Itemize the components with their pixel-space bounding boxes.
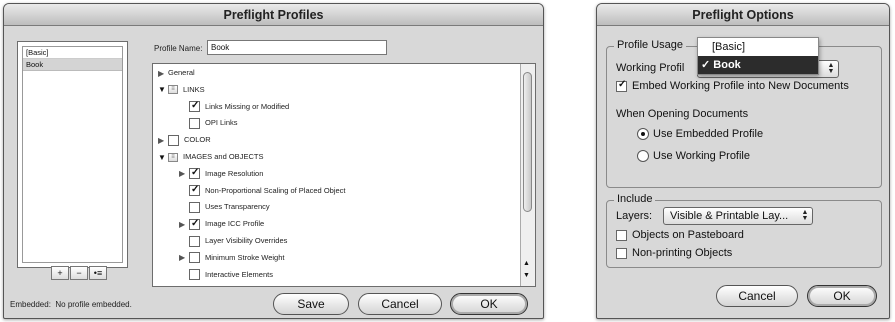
tree-scrollbar[interactable]: ▲ ▼ (520, 64, 535, 286)
tree-row-label: Non-Proportional Scaling of Placed Objec… (205, 185, 346, 195)
working-profile-label: Working Profil (616, 62, 685, 74)
include-title: Include (614, 193, 656, 205)
nonprinting-checkbox-box[interactable] (616, 247, 627, 259)
embedded-status-text: Embedded: No profile embedded. (10, 300, 132, 309)
profile-usage-title: Profile Usage (614, 39, 687, 51)
profile-name-label: Profile Name: (154, 44, 203, 53)
expand-right-icon[interactable]: ▶ (158, 134, 168, 147)
tree-row-label: OPI Links (205, 118, 238, 128)
scroll-down-arrow[interactable]: ▼ (523, 272, 530, 279)
category-icon[interactable]: ≡ (168, 152, 178, 162)
profile-name-field[interactable]: Book (207, 40, 387, 55)
tree-row-label: IMAGES and OBJECTS (183, 152, 264, 161)
save-button[interactable]: Save (273, 293, 349, 315)
rule-checkbox[interactable] (189, 252, 200, 264)
tree-row-label: Uses Transparency (205, 202, 270, 212)
radio-embedded-button[interactable] (637, 128, 649, 141)
radio-working-button[interactable] (637, 150, 649, 163)
tree-rows: ▶General▼≡LINKSLinks Missing or Modified… (153, 64, 519, 286)
rule-checkbox[interactable] (189, 183, 200, 197)
dialog-title: Preflight Profiles (4, 4, 543, 26)
menu-item-basic[interactable]: [Basic] (698, 38, 818, 56)
tree-row[interactable]: ▼ ≡ IMAGES and OBJECTS (158, 150, 263, 163)
tree-row-label: Image ICC Profile (205, 219, 265, 229)
tree-row-label: Links Missing or Modified (205, 101, 290, 111)
layers-popup[interactable]: Visible & Printable Lay... ▲ ▼ (663, 207, 813, 225)
preflight-rules-tree[interactable]: ▶General▼≡LINKSLinks Missing or Modified… (152, 63, 536, 287)
embed-checkbox-label: Embed Working Profile into New Documents (632, 80, 849, 92)
rule-checkbox[interactable] (189, 217, 200, 230)
popup-stepper-icon: ▲ ▼ (801, 209, 809, 222)
profile-menu-button[interactable]: •≡ (89, 266, 107, 280)
tree-row[interactable]: Non-Proportional Scaling of Placed Objec… (179, 183, 346, 197)
expand-down-icon[interactable]: ▼ (158, 83, 168, 96)
category-icon[interactable]: ≡ (168, 85, 178, 95)
checkmark-icon: ✓ (701, 59, 711, 71)
rule-checkbox[interactable] (189, 201, 200, 213)
tree-row[interactable]: ▼ ≡ LINKS (158, 83, 205, 96)
list-item-basic[interactable]: [Basic] (23, 47, 122, 59)
popup-stepper-icon: ▲ ▼ (827, 62, 835, 75)
tree-row[interactable]: ▶ General (158, 66, 195, 79)
tree-row-label: Minimum Stroke Weight (205, 252, 285, 262)
options-cancel-button[interactable]: Cancel (716, 285, 798, 307)
dialog-title: Preflight Options (597, 4, 889, 26)
embed-profile-checkbox[interactable]: Embed Working Profile into New Documents (616, 79, 849, 92)
list-item-book[interactable]: Book (23, 59, 122, 71)
expand-right-icon[interactable]: ▶ (158, 67, 168, 80)
preflight-profiles-dialog: Preflight Profiles [Basic] Book + − •≡ P… (3, 3, 544, 319)
expand-right-icon[interactable]: ▶ (179, 167, 189, 180)
rule-checkbox[interactable] (189, 166, 200, 180)
tree-row[interactable]: Interactive Elements (179, 268, 273, 281)
scroll-up-arrow[interactable]: ▲ (523, 260, 530, 267)
profile-list[interactable]: [Basic] Book (17, 41, 128, 268)
tree-row[interactable]: ▶ Image Resolution (179, 166, 264, 180)
rule-checkbox[interactable] (189, 99, 200, 113)
embed-checkbox-box[interactable] (616, 79, 627, 92)
ok-button[interactable]: OK (450, 293, 528, 315)
expand-down-icon[interactable]: ▼ (158, 151, 168, 164)
radio-use-embedded[interactable]: Use Embedded Profile (637, 128, 763, 141)
delete-profile-button[interactable]: − (70, 266, 88, 280)
expand-right-icon[interactable]: ▶ (179, 218, 189, 231)
profile-list-inner: [Basic] Book (22, 46, 123, 263)
scrollbar-thumb[interactable] (523, 72, 532, 212)
tree-row[interactable]: Links Missing or Modified (179, 99, 290, 113)
tree-row-label: Interactive Elements (205, 269, 273, 279)
rule-checkbox[interactable] (189, 269, 200, 281)
tree-row[interactable]: OPI Links (179, 116, 238, 129)
tree-row-label: Layer Visibility Overrides (205, 236, 288, 245)
objects-pasteboard-checkbox[interactable]: Objects on Pasteboard (616, 229, 744, 241)
tree-row[interactable]: ▶ Minimum Stroke Weight (179, 251, 284, 264)
tree-row-label: General (168, 68, 195, 77)
new-profile-button[interactable]: + (51, 266, 69, 280)
cancel-button[interactable]: Cancel (358, 293, 442, 315)
tree-row-label: LINKS (183, 84, 205, 94)
options-ok-button[interactable]: OK (807, 285, 877, 307)
rule-checkbox[interactable] (168, 134, 179, 146)
rule-checkbox[interactable] (189, 117, 200, 129)
tree-row[interactable]: Uses Transparency (179, 200, 270, 213)
layers-label: Layers: (616, 210, 653, 222)
radio-use-working[interactable]: Use Working Profile (637, 150, 750, 163)
tree-row[interactable]: ▶ Image ICC Profile (179, 217, 264, 230)
tree-row-label: Image Resolution (205, 168, 264, 178)
tree-row-label: COLOR (184, 135, 211, 145)
nonprinting-objects-checkbox[interactable]: Non-printing Objects (616, 247, 732, 259)
expand-right-icon[interactable]: ▶ (179, 251, 189, 264)
rule-checkbox[interactable] (189, 235, 200, 247)
menu-item-book[interactable]: ✓ Book (698, 56, 818, 74)
tree-row[interactable]: ▶ COLOR (158, 133, 211, 146)
pasteboard-checkbox-box[interactable] (616, 229, 627, 241)
preflight-options-dialog: Preflight Options Profile Usage Working … (596, 3, 890, 319)
when-opening-label: When Opening Documents (616, 108, 749, 120)
tree-row[interactable]: Layer Visibility Overrides (179, 234, 287, 247)
working-profile-menu: [Basic] ✓ Book (697, 37, 819, 75)
